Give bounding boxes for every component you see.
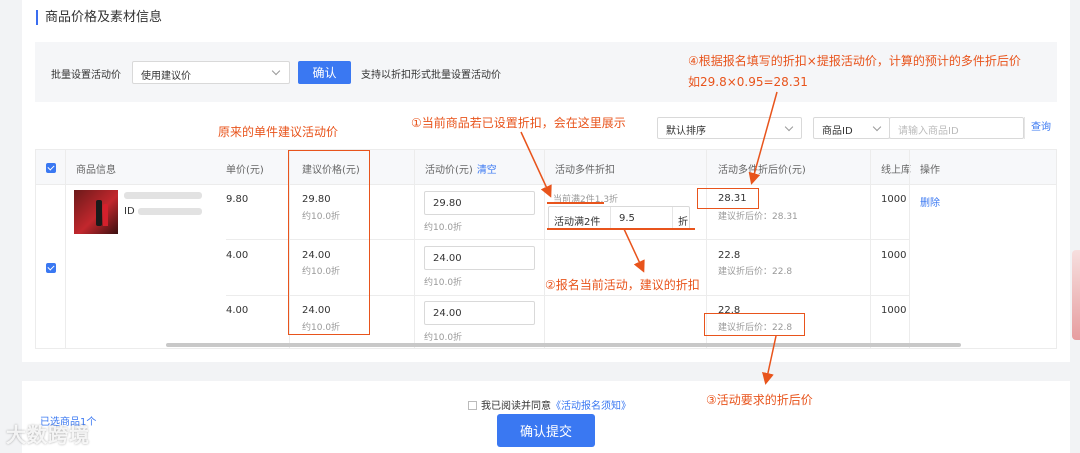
row1-activity-price-input[interactable]: 29.80 [424,191,535,215]
row1-stock: 1000 [881,194,907,205]
chevron-down-icon [872,122,882,132]
agree-checkbox[interactable] [468,401,477,410]
product-table: 商品信息 单价(元) 建议价格(元) 活动价(元) 清空 活动多件折扣 活动多件折… [35,149,1057,349]
row1-activity-discount: 约10.0折 [424,223,463,233]
th-multi-discount: 活动多件折扣 [555,165,615,176]
col-divider [544,150,545,348]
col-divider [414,150,415,348]
row2-after-suggest: 建议折后价：22.8 [718,267,793,277]
row3-activity-price-input[interactable]: 24.00 [424,301,535,325]
agree-link[interactable]: 《活动报名须知》 [551,401,631,412]
clear-link[interactable]: 清空 [477,165,497,176]
annotation-4-line2: 如29.8×0.95=28.31 [688,75,808,89]
section-title: 商品价格及素材信息 [36,10,162,25]
annotation-4-line1: ④根据报名填写的折扣×提报活动价，计算的预计的多件折后价 [688,54,1021,68]
row2-after-price: 22.8 [718,250,741,261]
row-checkbox[interactable] [46,263,56,273]
th-online-stock: 线上库 [881,165,911,176]
row1-activity-price-value: 29.80 [433,198,462,209]
batch-price-select[interactable]: 使用建议价 [132,61,290,84]
sort-select-value: 默认排序 [666,126,706,137]
id-type-value: 商品ID [822,126,853,137]
divider [672,207,673,229]
chevron-down-icon [784,122,794,132]
divider [610,207,611,229]
chevron-down-icon [271,66,281,76]
row3-unit-price: 4.00 [226,305,249,316]
product-id-label: ID [124,206,135,217]
batch-settings-bar: 批量设置活动价 使用建议价 确认 支持以折扣形式批量设置活动价 [35,42,1057,102]
table-header: 商品信息 单价(元) 建议价格(元) 活动价(元) 清空 活动多件折扣 活动多件折… [36,150,1056,185]
id-type-select[interactable]: 商品ID [813,117,890,139]
row2-stock: 1000 [881,250,907,261]
annotation-2: ②报名当前活动，建议的折扣 [545,278,700,292]
annotation-1: ①当前商品若已设置折扣，会在这里展示 [411,116,626,130]
watermark-logo: 大数跨境 [6,423,90,447]
submit-button[interactable]: 确认提交 [497,414,595,447]
batch-label: 批量设置活动价 [51,70,121,81]
annotation-orig: 原来的单件建议活动价 [218,125,339,139]
agreement: 我已阅读并同意《活动报名须知》 [468,397,631,412]
col-divider [65,150,66,348]
search-placeholder: 请输入商品ID [898,126,959,137]
annotation-underline-rule [547,228,695,230]
row2-activity-discount: 约10.0折 [424,278,463,288]
discount-unit: 折 [678,217,688,228]
batch-hint: 支持以折扣形式批量设置活动价 [361,70,501,81]
product-id-blurred [138,208,202,215]
row3-activity-price-value: 24.00 [433,308,462,319]
row3-activity-discount: 约10.0折 [424,333,463,343]
annotation-3: ③活动要求的折后价 [706,393,813,407]
annotation-underline-current [547,202,604,204]
row1-after-suggest: 建议折后价：28.31 [718,212,798,222]
th-activity-price: 活动价(元) 清空 [425,161,497,176]
batch-confirm-button[interactable]: 确认 [298,61,351,84]
th-ops: 操作 [920,165,940,176]
query-button[interactable]: 查询 [1024,117,1057,139]
row2-activity-price-value: 24.00 [433,253,462,264]
select-all-checkbox[interactable] [46,163,56,173]
col-divider [870,150,871,348]
row3-stock: 1000 [881,305,907,316]
delete-link[interactable]: 删除 [920,194,940,209]
discount-value-input[interactable]: 9.5 [619,213,635,224]
row1-unit-price: 9.80 [226,194,249,205]
product-thumbnail[interactable] [74,190,118,234]
annotation-box-after-price [697,188,759,209]
agree-text: 我已阅读并同意 [481,401,551,412]
product-id-search-input[interactable]: 请输入商品ID [889,117,1024,139]
th-after-price: 活动多件折后价(元) [718,165,806,176]
row2-activity-price-input[interactable]: 24.00 [424,246,535,270]
th-product: 商品信息 [76,165,116,176]
discount-rule: 活动满2件 [554,217,601,228]
th-unit-price: 单价(元) [226,165,264,176]
sort-select[interactable]: 默认排序 [657,117,802,139]
discount-setting: 活动满2件 9.5 折 [548,206,690,230]
side-decoration [1072,250,1080,340]
th-activity-price-label: 活动价(元) [425,165,473,176]
annotation-box-suggest-price [288,150,370,335]
row2-unit-price: 4.00 [226,250,249,261]
col-divider [909,150,910,348]
batch-select-value: 使用建议价 [141,71,191,82]
horizontal-scrollbar[interactable] [166,343,961,347]
product-title-blurred [124,192,202,199]
annotation-box-after-suggest [704,313,805,336]
